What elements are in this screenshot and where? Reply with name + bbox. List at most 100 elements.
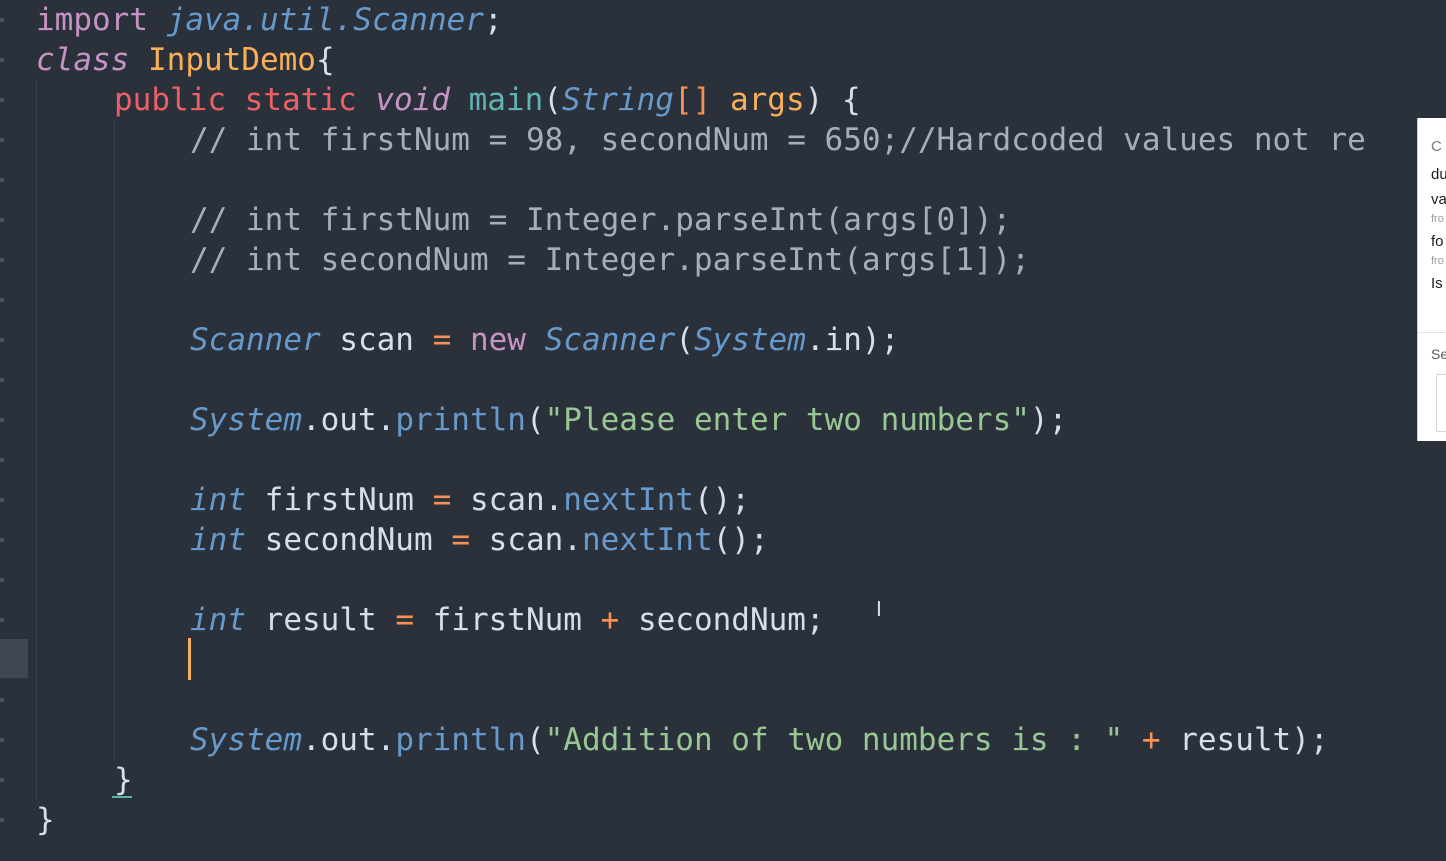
method-next-int: nextInt	[581, 522, 713, 558]
code-line-import[interactable]: import java.util.Scanner;	[36, 0, 503, 40]
gutter-tick	[0, 138, 4, 142]
gutter-tick	[0, 818, 4, 822]
line-gutter	[0, 0, 6, 861]
text-caret	[188, 638, 191, 680]
operand-second-num: secondNum;	[619, 602, 825, 638]
panel-section-label: Se	[1431, 346, 1446, 362]
paren-close: )	[804, 82, 824, 118]
current-line-highlight	[0, 639, 28, 678]
param-name: args	[729, 82, 805, 118]
panel-input-field[interactable]	[1436, 374, 1446, 432]
package-name: java.util.Scanner	[166, 2, 484, 38]
open-brace: {	[841, 82, 861, 118]
keyword-void: void	[375, 82, 450, 118]
code-line-comment[interactable]: // int firstNum = 98, secondNum = 650;//…	[190, 120, 1366, 160]
keyword-int: int	[190, 602, 246, 638]
param-type: String	[561, 82, 674, 118]
keyword-static: static	[244, 82, 357, 118]
class-name: InputDemo	[148, 42, 316, 78]
system-out: .out.	[301, 402, 396, 438]
system-out: .out.	[301, 722, 396, 758]
gutter-tick	[0, 258, 4, 262]
code-line-class-close[interactable]: }	[36, 800, 55, 840]
scan-ref: scan.	[469, 522, 582, 558]
scan-ref: scan.	[451, 482, 564, 518]
indent-guide	[114, 120, 115, 760]
panel-text: fo	[1431, 233, 1444, 250]
assign-operator: =	[432, 482, 452, 518]
var-first-num: firstNum	[246, 482, 433, 518]
keyword-int: int	[190, 482, 246, 518]
open-brace: {	[315, 42, 335, 78]
gutter-tick	[0, 98, 4, 102]
close-brace: }	[36, 802, 55, 838]
plus-operator: +	[600, 602, 620, 638]
semicolon: ;	[483, 2, 503, 38]
method-println: println	[395, 722, 526, 758]
code-line-println-prompt[interactable]: System.out.println("Please enter two num…	[190, 400, 1067, 440]
statement-end: ();	[712, 522, 769, 558]
keyword-public: public	[114, 82, 226, 118]
method-name: main	[468, 82, 544, 118]
statement-end: );	[1029, 402, 1068, 438]
gutter-tick	[0, 498, 4, 502]
gutter-tick	[0, 618, 4, 622]
code-line-println-result[interactable]: System.out.println("Addition of two numb…	[190, 720, 1329, 760]
statement-end: ();	[693, 482, 750, 518]
paren-open: (	[525, 722, 545, 758]
gutter-tick	[0, 578, 4, 582]
statement-end: result);	[1160, 722, 1329, 758]
type-system: System	[190, 722, 302, 758]
type-scanner: Scanner	[544, 322, 676, 358]
type-system: System	[190, 402, 302, 438]
panel-source: fro	[1431, 213, 1444, 225]
gutter-tick	[0, 458, 4, 462]
keyword-int: int	[190, 522, 246, 558]
string-literal: "Please enter two numbers"	[544, 402, 1030, 438]
side-popup-panel[interactable]: C du va fro fo fro Is Se	[1417, 118, 1446, 441]
panel-divider	[1418, 332, 1446, 333]
keyword-new: new	[469, 322, 526, 358]
var-result: result	[246, 602, 396, 638]
code-line-class-decl[interactable]: class InputDemo{	[36, 40, 335, 80]
code-line-first-num[interactable]: int firstNum = scan.nextInt();	[190, 480, 750, 520]
ibeam-cursor-icon: I	[876, 597, 882, 621]
code-line-scanner-init[interactable]: Scanner scan = new Scanner(System.in);	[190, 320, 899, 360]
code-editor[interactable]: import java.util.Scanner; class InputDem…	[0, 0, 1446, 861]
system-in: .in);	[805, 322, 900, 358]
panel-text: du	[1431, 166, 1446, 183]
code-line-main-method[interactable]: public static void main(String[] args) {	[114, 80, 861, 120]
code-line-comment[interactable]: // int firstNum = Integer.parseInt(args[…	[190, 200, 1011, 240]
bracket-match-underline	[112, 796, 132, 798]
string-literal: "Addition of two numbers is : "	[544, 722, 1124, 758]
plus-operator: +	[1141, 722, 1161, 758]
gutter-tick	[0, 698, 4, 702]
type-system: System	[693, 322, 806, 358]
array-brackets: []	[673, 82, 712, 118]
paren-open: (	[525, 402, 545, 438]
panel-header: C	[1431, 138, 1442, 155]
code-line-method-close[interactable]: }	[114, 760, 133, 800]
gutter-tick	[0, 298, 4, 302]
method-println: println	[395, 402, 526, 438]
gutter-tick	[0, 738, 4, 742]
gutter-tick	[0, 378, 4, 382]
code-line-comment[interactable]: // int secondNum = Integer.parseInt(args…	[190, 240, 1030, 280]
panel-text: Is	[1431, 275, 1443, 292]
gutter-tick	[0, 178, 4, 182]
gutter-tick	[0, 538, 4, 542]
type-scanner: Scanner	[190, 322, 321, 358]
gutter-tick	[0, 58, 4, 62]
operand-first-num: firstNum	[413, 602, 601, 638]
assign-operator: =	[451, 522, 470, 558]
panel-source: fro	[1431, 255, 1444, 267]
keyword-class: class	[36, 42, 130, 78]
gutter-tick	[0, 18, 4, 22]
code-line-result[interactable]: int result = firstNum + secondNum;	[190, 600, 825, 640]
gutter-tick	[0, 778, 4, 782]
paren-open: (	[675, 322, 694, 358]
method-next-int: nextInt	[563, 482, 694, 518]
code-line-second-num[interactable]: int secondNum = scan.nextInt();	[190, 520, 769, 560]
var-second-num: secondNum	[246, 522, 452, 558]
assign-operator: =	[395, 602, 414, 638]
